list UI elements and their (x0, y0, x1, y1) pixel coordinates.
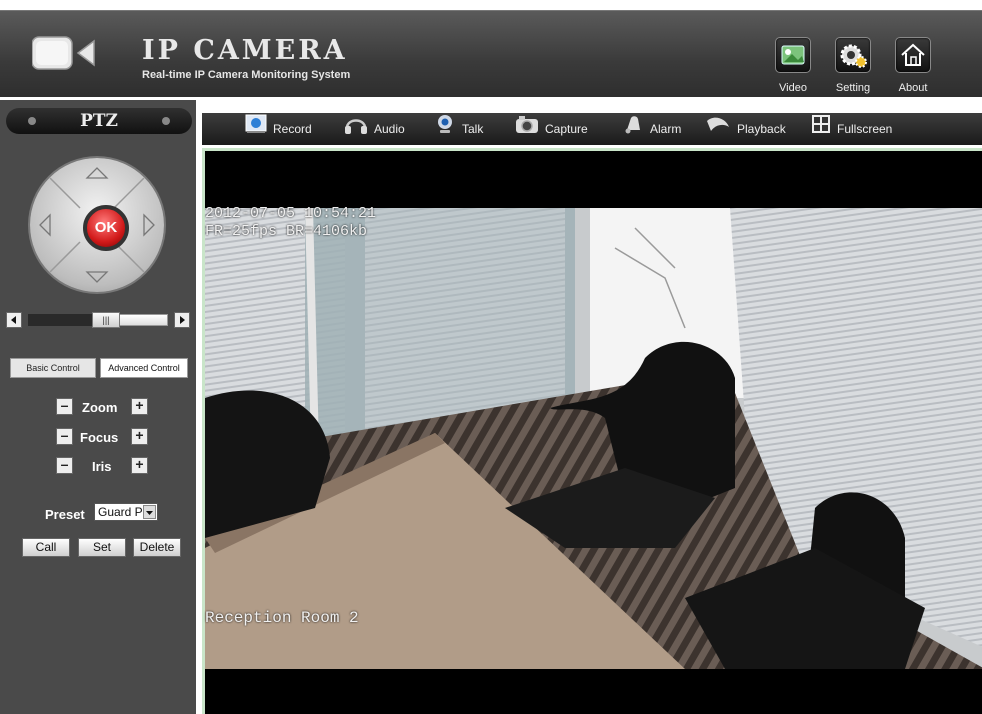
ptz-direction-pad[interactable]: OK (30, 158, 164, 292)
capture-label: Capture (545, 122, 588, 137)
preset-label: Preset (45, 507, 85, 522)
gear-icon (835, 37, 871, 73)
preset-delete-button[interactable]: Delete (133, 538, 181, 557)
fullscreen-label: Fullscreen (837, 122, 893, 136)
nav-setting-button[interactable]: Setting (830, 27, 876, 101)
video-stats: FR=25fps BR=4106kb (205, 223, 368, 240)
iris-control-row: – Iris + (0, 457, 196, 477)
tab-advanced-control[interactable]: Advanced Control (100, 358, 188, 378)
capture-button[interactable]: Capture (515, 113, 588, 145)
playback-icon (705, 113, 731, 147)
playback-button[interactable]: Playback (705, 113, 786, 145)
focus-label: Focus (80, 430, 119, 445)
zoom-minus-button[interactable]: – (56, 398, 73, 415)
ptz-title-bar: PTZ (6, 108, 192, 134)
focus-control-row: – Focus + (0, 428, 196, 448)
arrow-left-icon (11, 316, 16, 324)
nav-about-button[interactable]: About (890, 27, 936, 101)
app-title: IP CAMERA (142, 35, 348, 66)
playback-label: Playback (737, 122, 786, 137)
webcam-icon (434, 113, 456, 147)
video-viewport[interactable]: 2012-07-05 10:54:21 FR=25fps BR=4106kb R… (202, 148, 982, 714)
camera-feed-image (205, 208, 982, 669)
video-icon (775, 37, 811, 73)
talk-button[interactable]: Talk (434, 113, 483, 145)
arrow-right-icon (180, 316, 185, 324)
bell-icon (622, 113, 644, 147)
audio-label: Audio (374, 122, 405, 137)
nav-video-button[interactable]: Video (770, 27, 816, 101)
slider-fill (28, 314, 100, 326)
record-icon (245, 114, 267, 146)
fullscreen-icon (811, 114, 831, 146)
video-toolbar: Record Audio Talk Capture Alarm Playback… (202, 113, 982, 145)
slider-right-button[interactable] (174, 312, 190, 328)
fullscreen-button[interactable]: Fullscreen (811, 113, 892, 145)
iris-plus-button[interactable]: + (131, 457, 148, 474)
slider-left-button[interactable] (6, 312, 22, 328)
app-subtitle: Real-time IP Camera Monitoring System (142, 69, 351, 81)
alarm-label: Alarm (650, 122, 682, 137)
chevron-down-icon (143, 505, 156, 519)
preset-select-value: Guard P (98, 505, 142, 519)
audio-button[interactable]: Audio (344, 113, 405, 145)
camera-logo-icon (32, 36, 95, 70)
zoom-label: Zoom (82, 400, 118, 415)
control-tabs: Basic Control Advanced Control (10, 358, 188, 378)
ptz-ok-button[interactable]: OK (83, 205, 129, 251)
alarm-button[interactable]: Alarm (622, 113, 681, 145)
home-icon (895, 37, 931, 73)
talk-label: Talk (462, 122, 484, 137)
nav-about-label: About (898, 82, 928, 94)
ptz-speed-slider[interactable]: ||| (6, 312, 190, 329)
iris-label: Iris (92, 459, 112, 474)
header-bar: IP CAMERA Real-time IP Camera Monitoring… (0, 10, 982, 97)
headphones-icon (344, 113, 368, 147)
nav-setting-label: Setting (835, 82, 871, 94)
preset-set-button[interactable]: Set (78, 538, 126, 557)
iris-minus-button[interactable]: – (56, 457, 73, 474)
focus-plus-button[interactable]: + (131, 428, 148, 445)
slider-thumb[interactable]: ||| (92, 312, 120, 328)
video-caption: Reception Room 2 (205, 609, 359, 627)
ptz-title: PTZ (80, 111, 118, 131)
zoom-plus-button[interactable]: + (131, 398, 148, 415)
focus-minus-button[interactable]: – (56, 428, 73, 445)
record-label: Record (273, 122, 312, 136)
preset-select[interactable]: Guard P (94, 503, 158, 521)
video-timestamp: 2012-07-05 10:54:21 (205, 205, 377, 222)
preset-call-button[interactable]: Call (22, 538, 70, 557)
tab-basic-control[interactable]: Basic Control (10, 358, 96, 378)
zoom-control-row: – Zoom + (0, 398, 196, 418)
camera-icon (515, 113, 539, 147)
nav-video-label: Video (779, 82, 807, 94)
record-button[interactable]: Record (245, 113, 312, 145)
